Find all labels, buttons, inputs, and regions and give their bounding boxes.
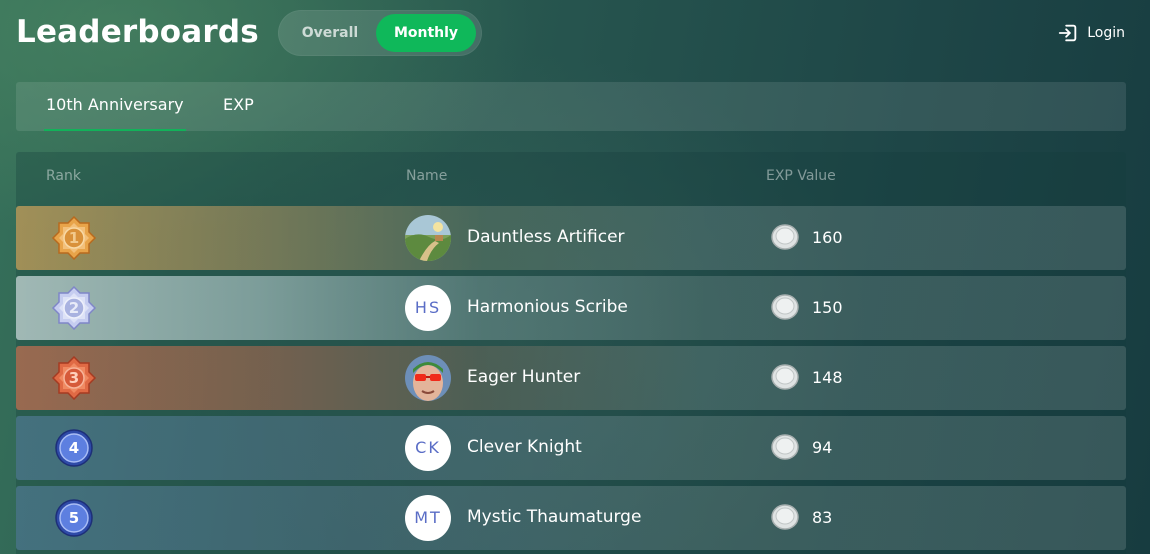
table-header: Rank Name EXP Value bbox=[16, 152, 1126, 202]
player-name: Harmonious Scribe bbox=[467, 297, 628, 317]
login-icon bbox=[1059, 24, 1077, 42]
player-name: Clever Knight bbox=[467, 437, 582, 457]
rank-number: 3 bbox=[68, 369, 80, 387]
exp-coin-icon bbox=[771, 434, 799, 460]
leaderboard-table: Rank Name EXP Value 1 Dauntless Artifice… bbox=[16, 152, 1126, 554]
table-row[interactable]: 5 MT Mystic Thaumaturge 83 bbox=[16, 486, 1126, 550]
rank-number: 1 bbox=[68, 229, 80, 247]
toggle-overall[interactable]: Overall bbox=[284, 14, 376, 52]
toggle-monthly[interactable]: Monthly bbox=[376, 14, 476, 52]
period-toggle: Overall Monthly bbox=[278, 10, 482, 56]
exp-value: 148 bbox=[812, 368, 843, 387]
gold-rank-badge-icon: 1 bbox=[47, 215, 101, 261]
login-label: Login bbox=[1087, 25, 1125, 41]
player-name: Eager Hunter bbox=[467, 367, 581, 387]
column-header-exp: EXP Value bbox=[766, 168, 836, 184]
exp-value: 83 bbox=[812, 508, 833, 527]
exp-coin-icon bbox=[771, 364, 799, 390]
avatar: MT bbox=[405, 495, 451, 541]
exp-coin-icon bbox=[771, 224, 799, 250]
tab-10th-anniversary[interactable]: 10th Anniversary bbox=[44, 82, 186, 131]
blue-rank-badge-icon: 5 bbox=[47, 496, 101, 540]
avatar: HS bbox=[405, 285, 451, 331]
exp-coin-icon bbox=[771, 294, 799, 320]
table-row[interactable]: 1 Dauntless Artificer 160 bbox=[16, 206, 1126, 270]
rank-number: 5 bbox=[68, 509, 80, 527]
avatar bbox=[405, 355, 451, 401]
rank-number: 4 bbox=[68, 439, 80, 457]
exp-value: 160 bbox=[812, 228, 843, 247]
blue-rank-badge-icon: 4 bbox=[47, 426, 101, 470]
exp-value: 94 bbox=[812, 438, 833, 457]
exp-coin-icon bbox=[771, 504, 799, 530]
tab-exp[interactable]: EXP bbox=[223, 82, 254, 131]
player-name: Mystic Thaumaturge bbox=[467, 507, 642, 527]
rank-number: 2 bbox=[68, 299, 80, 317]
login-button[interactable]: Login bbox=[1057, 22, 1125, 44]
table-row[interactable]: 4 CK Clever Knight 94 bbox=[16, 416, 1126, 480]
column-header-rank: Rank bbox=[46, 168, 81, 184]
silver-rank-badge-icon: 2 bbox=[47, 285, 101, 331]
player-name: Dauntless Artificer bbox=[467, 227, 625, 247]
header: Leaderboards Overall Monthly Login bbox=[0, 0, 1150, 70]
table-row[interactable]: 2 HS Harmonious Scribe 150 bbox=[16, 276, 1126, 340]
bronze-rank-badge-icon: 3 bbox=[47, 355, 101, 401]
exp-value: 150 bbox=[812, 298, 843, 317]
avatar: CK bbox=[405, 425, 451, 471]
page-title: Leaderboards bbox=[16, 14, 259, 50]
table-row[interactable]: 3 Eager Hunter 148 bbox=[16, 346, 1126, 410]
avatar bbox=[405, 215, 451, 261]
category-tabs: 10th Anniversary EXP bbox=[16, 82, 1126, 131]
column-header-name: Name bbox=[406, 168, 448, 184]
